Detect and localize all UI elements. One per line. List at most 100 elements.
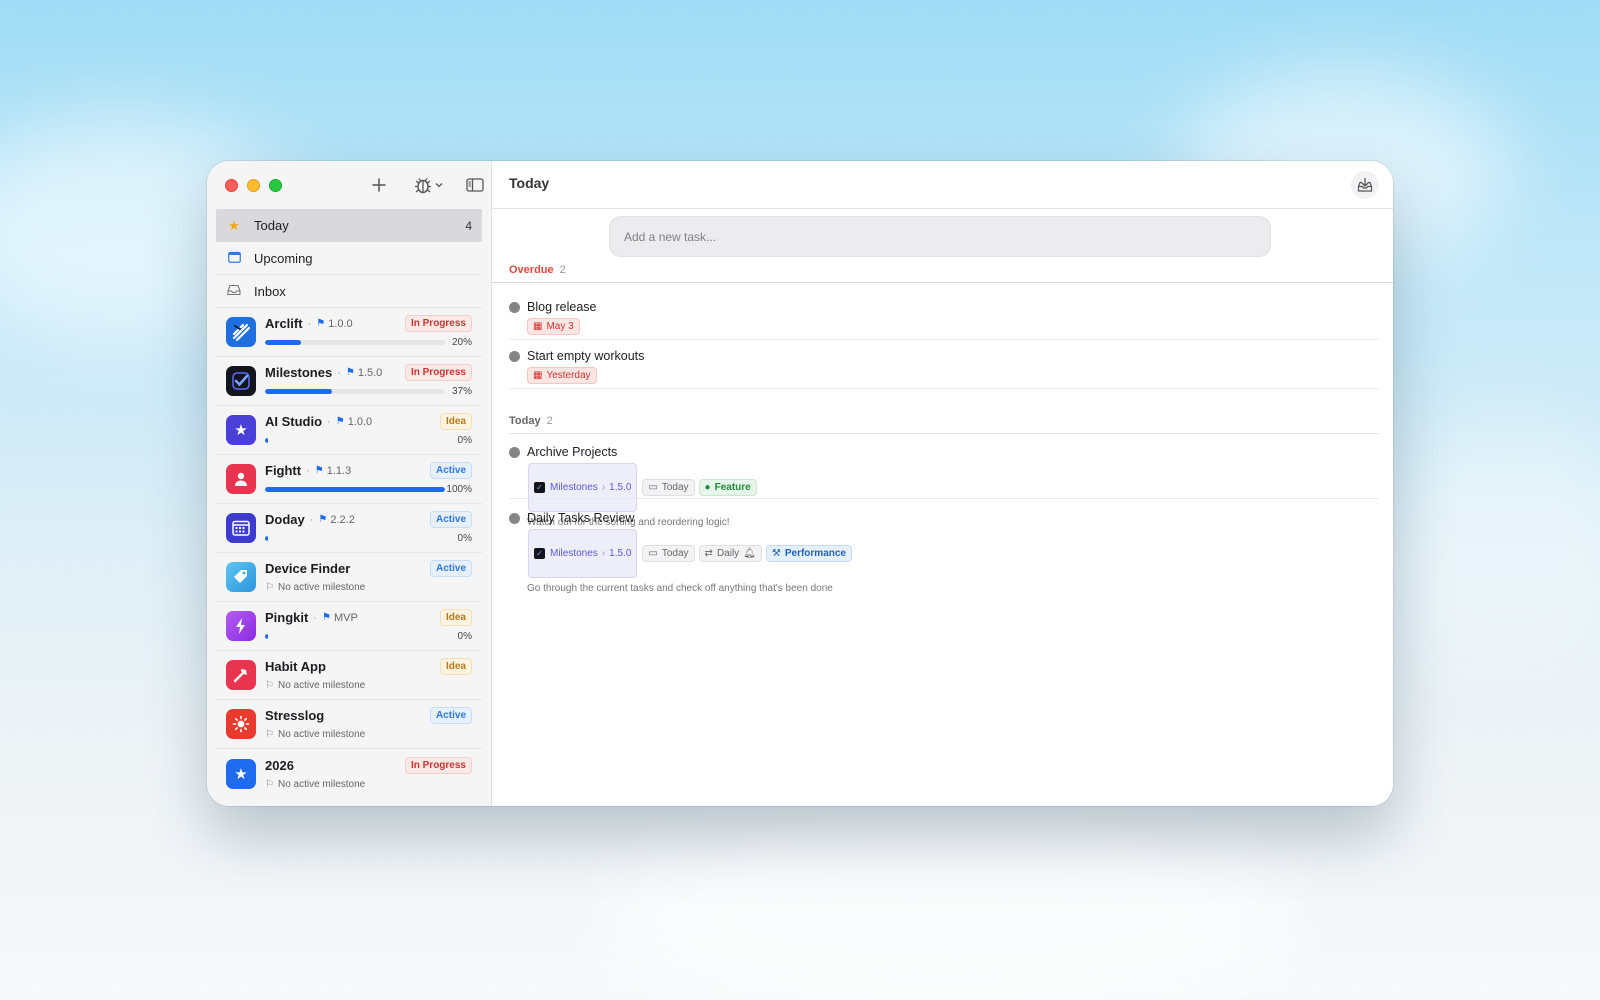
flag-outline-icon: ⚐ [265,778,274,790]
section-count: 2 [546,415,553,427]
section-header-overdue: Overdue 2 [509,264,566,276]
sidebar-item-today[interactable]: ★ Today 4 [216,209,482,242]
date-chip[interactable]: ▭ Today [642,545,695,562]
project-item-device-finder[interactable]: Device Finder Active ⚐ No active mileston… [216,553,482,602]
section-count: 2 [559,264,566,276]
task-note: Go through the current tasks and check o… [527,583,833,594]
project-item-2026[interactable]: ★ 2026 In Progress ⚐ No active milestone [216,749,482,798]
sidebar: ★ Today 4 Upcoming Inbox Arclift · ⚑ 1.0… [207,161,492,806]
task-checkbox[interactable] [509,446,520,458]
bell-icon: 🔔︎ [743,548,756,559]
add-task-input[interactable] [609,216,1271,257]
project-name: Device Finder [265,561,351,576]
section-header-today: Today 2 [509,415,553,427]
task-checkbox[interactable] [509,512,520,524]
status-badge: In Progress [404,756,472,774]
person-app-icon [226,464,256,494]
calendar-icon [226,251,242,266]
add-button[interactable] [372,174,386,196]
date-chip[interactable]: ▭ Today [642,479,695,496]
project-milestone: 2.2.2 [330,513,355,526]
project-milestone: MVP [333,611,358,624]
no-milestone-label: ⚐ No active milestone [265,778,366,790]
flag-icon: ⚑ [318,514,328,525]
project-item-stresslog[interactable]: Stresslog Active ⚐ No active milestone [216,700,482,749]
project-name: Arclift [265,316,303,331]
project-item-fightt[interactable]: Fightt · ⚑ 1.1.3 Active 100% [216,455,482,504]
sidebar-item-label: Upcoming [254,250,313,266]
sidebar-item-label: Inbox [254,283,286,299]
flag-icon: ⚑ [322,612,331,623]
status-badge: In Progress [404,315,472,332]
chevron-right-icon: › [601,482,606,493]
project-item-ai-studio[interactable]: ★ AI Studio · ⚑ 1.0.0 Idea 0% [216,406,482,455]
milestones-app-icon [226,366,256,396]
project-item-pingkit[interactable]: Pingkit · ⚑ MVP Idea 0% [216,602,482,651]
flag-outline-icon: ⚐ [265,680,274,691]
window-controls [225,178,282,192]
task-title: Daily Tasks Review [527,511,635,525]
progress-bar [265,438,445,443]
due-date-chip[interactable]: ▦ Yesterday [527,367,597,384]
inbox-tray-button[interactable] [1351,171,1379,199]
no-milestone-label: ⚐ No active milestone [265,680,366,691]
sidebar-titlebar [215,161,484,209]
project-item-habit-app[interactable]: Habit App Idea ⚐ No active milestone [216,651,482,700]
close-window-button[interactable] [225,178,238,192]
progress-bar [265,487,445,492]
task-checkbox[interactable] [509,350,520,362]
project-milestone-chip[interactable]: ✓ Milestones › 1.5.0 [528,463,638,512]
progress-percent: 20% [451,337,472,348]
tag-chip[interactable]: ⚒ Performance [765,545,852,562]
project-name: AI Studio [265,414,323,429]
bolt-app-icon [226,611,256,641]
calendar-icon: ▭ [648,548,658,559]
project-name: Fightt [265,463,302,478]
lightbulb-icon: ● [704,482,711,493]
task-item[interactable]: Blog release ▦ May 3 [509,299,1379,335]
progress-percent: 0% [457,435,472,446]
due-date-chip[interactable]: ▦ May 3 [527,318,580,335]
sidebar-item-upcoming[interactable]: Upcoming [216,242,482,275]
main-content: Today Overdue2 Blog release ▦May 3 Start… [492,161,1393,806]
task-title: Archive Projects [527,445,618,459]
project-milestone-chip[interactable]: ✓ Milestones › 1.5.0 [528,529,638,578]
calendar-icon: ▦ [533,321,543,332]
toggle-sidebar-button[interactable] [466,174,484,196]
minimize-window-button[interactable] [247,178,260,192]
project-item-doday[interactable]: Doday · ⚑ 2.2.2 Active 0% [216,504,482,553]
progress-bar [265,634,445,639]
sidebar-item-label: Today [254,218,289,233]
calendar-icon: ▦ [533,370,543,381]
repeat-chip[interactable]: ⇄ Daily 🔔︎ [698,545,762,562]
app-window: ★ Today 4 Upcoming Inbox Arclift · ⚑ 1.0… [207,161,1393,806]
project-item-milestones[interactable]: Milestones · ⚑ 1.5.0 In Progress 37% [216,357,482,406]
bug-icon [415,178,431,194]
star-app-icon: ★ [226,415,256,445]
calendar-app-icon [226,513,256,543]
milestones-app-icon: ✓ [534,482,545,493]
hammer-icon: ⚒ [771,548,781,559]
project-item-arclift[interactable]: Arclift · ⚑ 1.0.0 In Progress 20% [216,308,482,357]
zoom-window-button[interactable] [269,178,282,192]
hammer-app-icon [226,660,256,690]
status-badge: Active [429,707,472,724]
bug-menu-button[interactable] [414,174,443,196]
status-badge: Idea [439,609,472,626]
tag-chip[interactable]: ● Feature [698,479,757,496]
status-badge: In Progress [404,364,472,381]
task-title: Start empty workouts [527,349,645,363]
progress-bar [265,389,445,394]
page-title: Today [509,175,550,191]
progress-percent: 37% [451,386,472,397]
task-checkbox[interactable] [509,301,520,313]
status-badge: Idea [439,658,472,675]
project-milestone: 1.1.3 [326,464,352,477]
no-milestone-label: ⚐ No active milestone [265,729,366,740]
task-item[interactable]: Daily Tasks Review ✓ Milestones › 1.5.0 ▭ To… [509,510,1379,594]
sidebar-item-inbox[interactable]: Inbox [216,275,482,308]
tray-download-icon [1357,177,1373,192]
project-name: Pingkit [265,610,309,625]
progress-percent: 100% [446,484,472,495]
task-item[interactable]: Start empty workouts ▦ Yesterday [509,348,1379,384]
